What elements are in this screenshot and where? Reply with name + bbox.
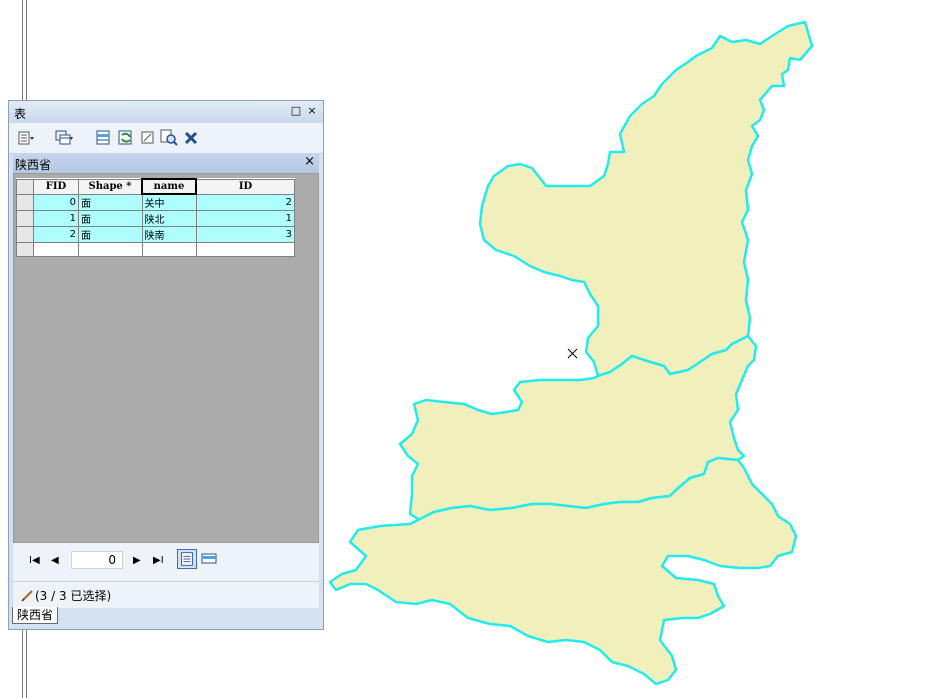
- selection-status: (3 / 3 已选择): [35, 589, 112, 603]
- column-header-id[interactable]: ID: [195, 178, 295, 195]
- record-number-input[interactable]: 0: [71, 551, 123, 569]
- cell-id[interactable]: 2: [195, 193, 295, 211]
- table-header-row: FID Shape * name ID: [16, 178, 295, 195]
- cell-shape[interactable]: 面: [78, 193, 143, 211]
- related-tables-icon[interactable]: [55, 129, 73, 147]
- next-record-button[interactable]: ▶: [133, 555, 141, 567]
- table-tab-bottom[interactable]: 陕西省: [12, 607, 59, 624]
- table-row[interactable]: 2 面 陕南 3: [16, 226, 295, 243]
- table-row[interactable]: 1 面 陕北 1: [16, 210, 295, 227]
- cell-fid[interactable]: 0: [33, 193, 79, 211]
- previous-record-button[interactable]: ◀: [51, 555, 59, 567]
- attribute-grid[interactable]: FID Shape * name ID 0 面 关中 2 1 面 陕北 1 2 …: [13, 173, 319, 543]
- cell-fid[interactable]: 2: [33, 226, 79, 243]
- cursor-crosshair-icon: [567, 348, 578, 359]
- cell-fid[interactable]: 1: [33, 210, 79, 227]
- delete-selected-icon[interactable]: [182, 129, 200, 147]
- attribute-table: FID Shape * name ID 0 面 关中 2 1 面 陕北 1 2 …: [16, 178, 295, 257]
- row-selector[interactable]: [16, 210, 34, 227]
- record-navigation-bar: I◀ ◀ 0 ▶ ▶I: [13, 543, 319, 581]
- cell-name[interactable]: 陕南: [141, 226, 197, 243]
- show-selected-records-icon[interactable]: [199, 549, 219, 569]
- select-by-attributes-icon[interactable]: [95, 129, 113, 147]
- edit-pencil-icon: [21, 590, 33, 602]
- row-selector[interactable]: [16, 193, 34, 211]
- first-record-button[interactable]: I◀: [29, 555, 40, 567]
- table-row-empty[interactable]: [16, 242, 295, 257]
- table-tab-header[interactable]: 陕西省 ×: [13, 153, 319, 173]
- zoom-to-selected-icon[interactable]: [160, 129, 178, 147]
- row-selector[interactable]: [16, 226, 34, 243]
- row-header-corner[interactable]: [16, 178, 34, 195]
- attribute-table-window[interactable]: 表 □ × 陕西省 × FID Shape * name ID 0 面 关中 2…: [8, 100, 324, 630]
- window-title: 表: [14, 107, 27, 121]
- table-options-icon[interactable]: [17, 129, 35, 147]
- region-shaanbei: [478, 20, 814, 378]
- last-record-button[interactable]: ▶I: [153, 555, 164, 567]
- column-header-fid[interactable]: FID: [33, 178, 79, 195]
- table-tab-title: 陕西省: [15, 158, 52, 172]
- cell-name[interactable]: 陕北: [141, 210, 197, 227]
- status-bar: (3 / 3 已选择): [13, 581, 319, 608]
- column-header-name[interactable]: name: [141, 178, 197, 195]
- window-titlebar[interactable]: 表 □ ×: [9, 101, 323, 123]
- clear-selection-icon[interactable]: [139, 129, 157, 147]
- cell-name[interactable]: 关中: [141, 193, 197, 211]
- show-all-records-icon[interactable]: [177, 549, 197, 569]
- close-icon[interactable]: ×: [305, 104, 319, 118]
- cell-shape[interactable]: 面: [78, 226, 143, 243]
- tab-close-icon[interactable]: ×: [304, 154, 315, 169]
- switch-selection-icon[interactable]: [117, 129, 135, 147]
- table-toolbar: [9, 123, 323, 154]
- cell-id[interactable]: 1: [195, 210, 295, 227]
- row-selector[interactable]: [16, 242, 34, 257]
- table-row[interactable]: 0 面 关中 2: [16, 193, 295, 211]
- cell-id[interactable]: 3: [195, 226, 295, 243]
- column-header-shape[interactable]: Shape *: [78, 178, 143, 195]
- cell-shape[interactable]: 面: [78, 210, 143, 227]
- restore-icon[interactable]: □: [289, 104, 303, 118]
